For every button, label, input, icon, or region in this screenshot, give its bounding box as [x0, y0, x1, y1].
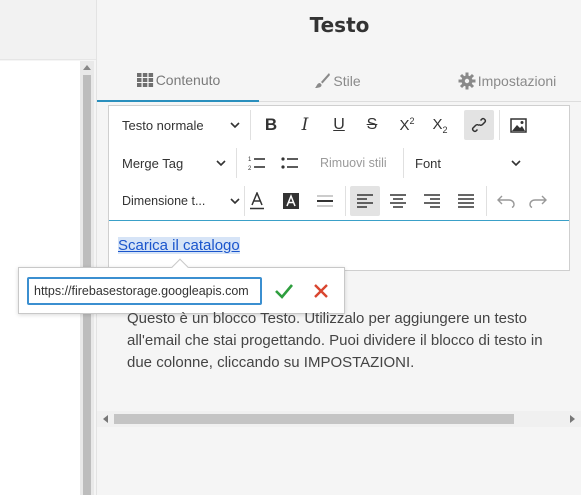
italic-icon: I	[301, 115, 309, 135]
block-style-select[interactable]: Testo normale	[122, 113, 240, 137]
toolbar-row-1: Testo normale B I U S X2 X2	[109, 106, 569, 144]
bold-icon: B	[264, 115, 278, 134]
toolbar-divider	[345, 186, 346, 216]
background-color-icon	[283, 193, 299, 209]
underline-icon: U	[333, 116, 345, 133]
merge-tag-select[interactable]: Merge Tag	[122, 151, 226, 175]
toolbar-row-2: Merge Tag 1 2 Rimuovi stili Font	[109, 144, 569, 182]
toolbar-divider	[403, 148, 404, 178]
image-icon	[509, 117, 527, 133]
ordered-list-button[interactable]: 1 2	[242, 148, 272, 178]
confirm-check-icon[interactable]	[273, 280, 295, 302]
tab-contenuto[interactable]: Contenuto	[97, 60, 259, 102]
tab-stile[interactable]: Stile	[272, 60, 402, 102]
scroll-up-arrow-icon[interactable]	[83, 65, 91, 70]
grid-icon	[136, 73, 153, 87]
align-right-button[interactable]	[417, 186, 447, 216]
strikethrough-icon: S	[366, 116, 378, 133]
gear-icon	[458, 72, 476, 90]
remove-styles-label: Rimuovi stili	[320, 156, 387, 170]
horizontal-scrollbar[interactable]	[97, 411, 581, 427]
cancel-close-icon[interactable]	[311, 281, 331, 301]
subscript-button[interactable]: X2	[425, 110, 455, 140]
horizontal-rule-button[interactable]	[310, 186, 340, 216]
scrollbar-thumb[interactable]	[114, 414, 514, 424]
align-justify-button[interactable]	[451, 186, 481, 216]
align-left-button[interactable]	[350, 186, 380, 216]
link-edit-popup	[18, 258, 345, 314]
font-size-label: Dimensione t...	[122, 194, 206, 208]
undo-icon	[497, 195, 515, 208]
app-root: Testo Contenuto Stile Impostazioni Testo…	[0, 0, 581, 495]
link-icon	[471, 117, 487, 133]
image-button[interactable]	[503, 110, 533, 140]
bold-button[interactable]: B	[256, 110, 286, 140]
font-size-select[interactable]: Dimensione t...	[122, 189, 240, 213]
strikethrough-button[interactable]: S	[357, 110, 387, 140]
undo-button[interactable]	[491, 186, 521, 216]
toolbar-divider	[499, 110, 500, 140]
superscript-icon: X2	[399, 116, 415, 134]
horizontal-rule-icon	[317, 195, 333, 207]
text-color-icon	[250, 192, 264, 210]
background-color-button[interactable]	[276, 186, 306, 216]
tab-label: Impostazioni	[477, 73, 557, 89]
font-label: Font	[415, 155, 442, 171]
toolbar-divider	[236, 148, 237, 178]
bullet-list-button[interactable]	[275, 148, 305, 178]
ordered-list-icon: 1 2	[248, 157, 265, 171]
svg-text:1: 1	[248, 157, 252, 163]
italic-button[interactable]: I	[290, 110, 320, 140]
tab-label: Contenuto	[155, 72, 221, 88]
editor-toolbar: Testo normale B I U S X2 X2 Merge Tag 1 …	[109, 106, 569, 221]
align-left-icon	[357, 194, 373, 208]
catalog-link[interactable]: Scarica il catalogo	[118, 237, 240, 254]
subscript-icon: X2	[432, 115, 448, 135]
link-url-input[interactable]	[27, 277, 262, 305]
align-justify-icon	[458, 194, 474, 208]
left-header	[0, 0, 97, 60]
chevron-down-icon	[230, 122, 240, 129]
tab-impostazioni[interactable]: Impostazioni	[432, 60, 581, 102]
underline-button[interactable]: U	[324, 110, 354, 140]
align-center-button[interactable]	[383, 186, 413, 216]
bullet-list-icon	[281, 157, 298, 169]
link-button[interactable]	[464, 110, 494, 140]
help-text: Questo è un blocco Testo. Utilizzalo per…	[127, 310, 543, 371]
chevron-down-icon	[216, 160, 226, 167]
rich-text-editor: Testo normale B I U S X2 X2 Merge Tag 1 …	[108, 105, 570, 271]
redo-icon	[529, 195, 547, 208]
svg-text:2: 2	[248, 166, 252, 171]
scroll-right-arrow-icon[interactable]	[570, 415, 575, 423]
chevron-down-icon	[230, 198, 240, 205]
block-style-value: Testo normale	[122, 117, 204, 133]
merge-tag-label: Merge Tag	[122, 155, 184, 171]
toolbar-divider	[486, 186, 487, 216]
redo-button[interactable]	[523, 186, 553, 216]
align-right-icon	[424, 194, 440, 208]
tab-label: Stile	[333, 73, 361, 89]
scroll-left-arrow-icon[interactable]	[103, 415, 108, 423]
align-center-icon	[390, 194, 406, 208]
chevron-down-icon	[511, 160, 521, 167]
toolbar-row-3: Dimensione t...	[109, 182, 569, 220]
panel-title: Testo	[309, 13, 370, 37]
font-select[interactable]: Font	[415, 151, 521, 175]
toolbar-divider	[250, 110, 251, 140]
text-color-button[interactable]	[242, 186, 272, 216]
superscript-button[interactable]: X2	[392, 110, 422, 140]
panel-tabs: Contenuto Stile Impostazioni	[97, 60, 581, 102]
brush-icon	[315, 73, 331, 88]
remove-styles-button[interactable]: Rimuovi stili	[320, 151, 400, 175]
